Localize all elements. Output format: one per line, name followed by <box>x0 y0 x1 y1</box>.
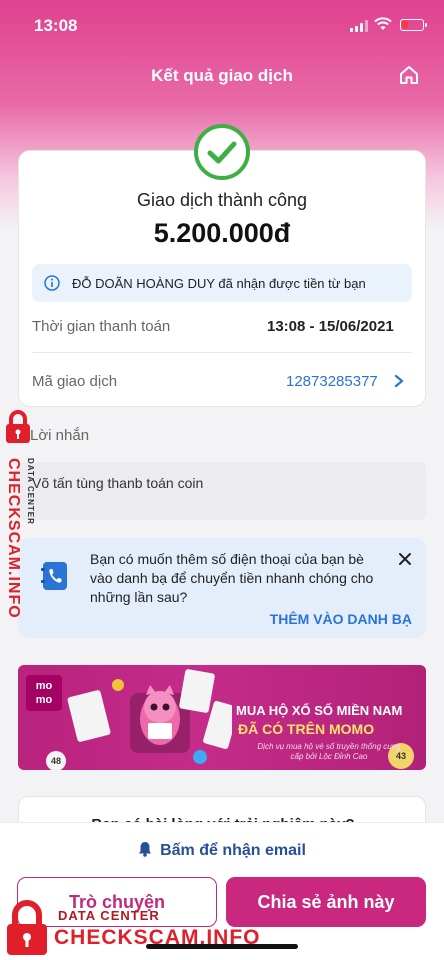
promo-banner[interactable]: mo mo 48 43 MUA HỘ XỔ SỐ MIỀN NAM ĐÃ CÓ … <box>18 665 426 770</box>
transaction-id-label: Mã giao dịch <box>32 373 118 390</box>
watermark-side-text: CHECKSCAM.INFO <box>5 458 22 619</box>
receiver-notice: ĐỖ DOÃN HOÀNG DUY đã nhận được tiền từ b… <box>32 264 412 302</box>
transaction-id-link[interactable]: 12873285377 <box>286 373 378 390</box>
banner-headline: MUA HỘ XỔ SỐ MIỀN NAM <box>236 703 403 718</box>
lottery-ball: 48 <box>46 751 66 770</box>
email-link-label: Bấm để nhận email <box>160 842 306 859</box>
banner-subtext: Dịch vụ mua hộ vé số truyền thống cung c… <box>257 742 401 761</box>
success-status: Giao dịch thành công <box>136 190 308 210</box>
info-icon <box>44 275 60 291</box>
page-title: Kết quả giao dịch <box>151 66 293 85</box>
divider <box>32 352 412 353</box>
home-indicator[interactable] <box>146 944 298 949</box>
transaction-amount: 5.200.000đ <box>153 218 291 248</box>
banner-headline-2: ĐÃ CÓ TRÊN MOMO <box>238 721 375 737</box>
add-contact-card: Bạn có muốn thêm số điện thoại của bạn b… <box>18 538 426 638</box>
watermark-bottom: DATA CENTER CHECKSCAM.INFO <box>4 896 304 960</box>
payment-time-label: Thời gian thanh toán <box>32 318 171 335</box>
receiver-text: ĐỖ DOÃN HOÀNG DUY đã nhận được tiền từ b… <box>72 276 366 291</box>
bell-icon <box>139 842 152 857</box>
signal-icon <box>350 20 368 32</box>
add-to-contacts-button[interactable]: THÊM VÀO DANH BẠ <box>270 611 412 627</box>
watermark-side: CHECKSCAM.INFO DATA CENTER <box>2 410 42 640</box>
status-bar: 13:08 <box>0 0 444 52</box>
lottery-illustration <box>67 669 232 764</box>
battery-icon <box>400 19 427 31</box>
momo-logo: mo mo <box>26 675 62 711</box>
contact-prompt-text: Bạn có muốn thêm số điện thoại của bạn b… <box>90 551 374 605</box>
lock-icon <box>6 410 30 443</box>
message-box: Võ tấn tùng thanb toán coin <box>18 462 426 520</box>
contact-book-icon <box>41 562 67 590</box>
success-check-icon <box>194 124 250 180</box>
wifi-icon <box>374 17 392 30</box>
watermark-bottom-subtext: DATA CENTER <box>58 908 160 923</box>
close-icon[interactable] <box>398 552 412 566</box>
status-time: 13:08 <box>34 16 78 35</box>
chevron-right-icon[interactable] <box>393 374 405 388</box>
watermark-side-subtext: DATA CENTER <box>26 458 35 525</box>
lock-icon <box>7 900 47 955</box>
payment-time-value: 13:08 - 15/06/2021 <box>267 318 394 335</box>
message-text: Võ tấn tùng thanb toán coin <box>32 475 204 491</box>
email-link[interactable]: Bấm để nhận email <box>0 841 444 860</box>
home-icon[interactable] <box>398 64 420 86</box>
